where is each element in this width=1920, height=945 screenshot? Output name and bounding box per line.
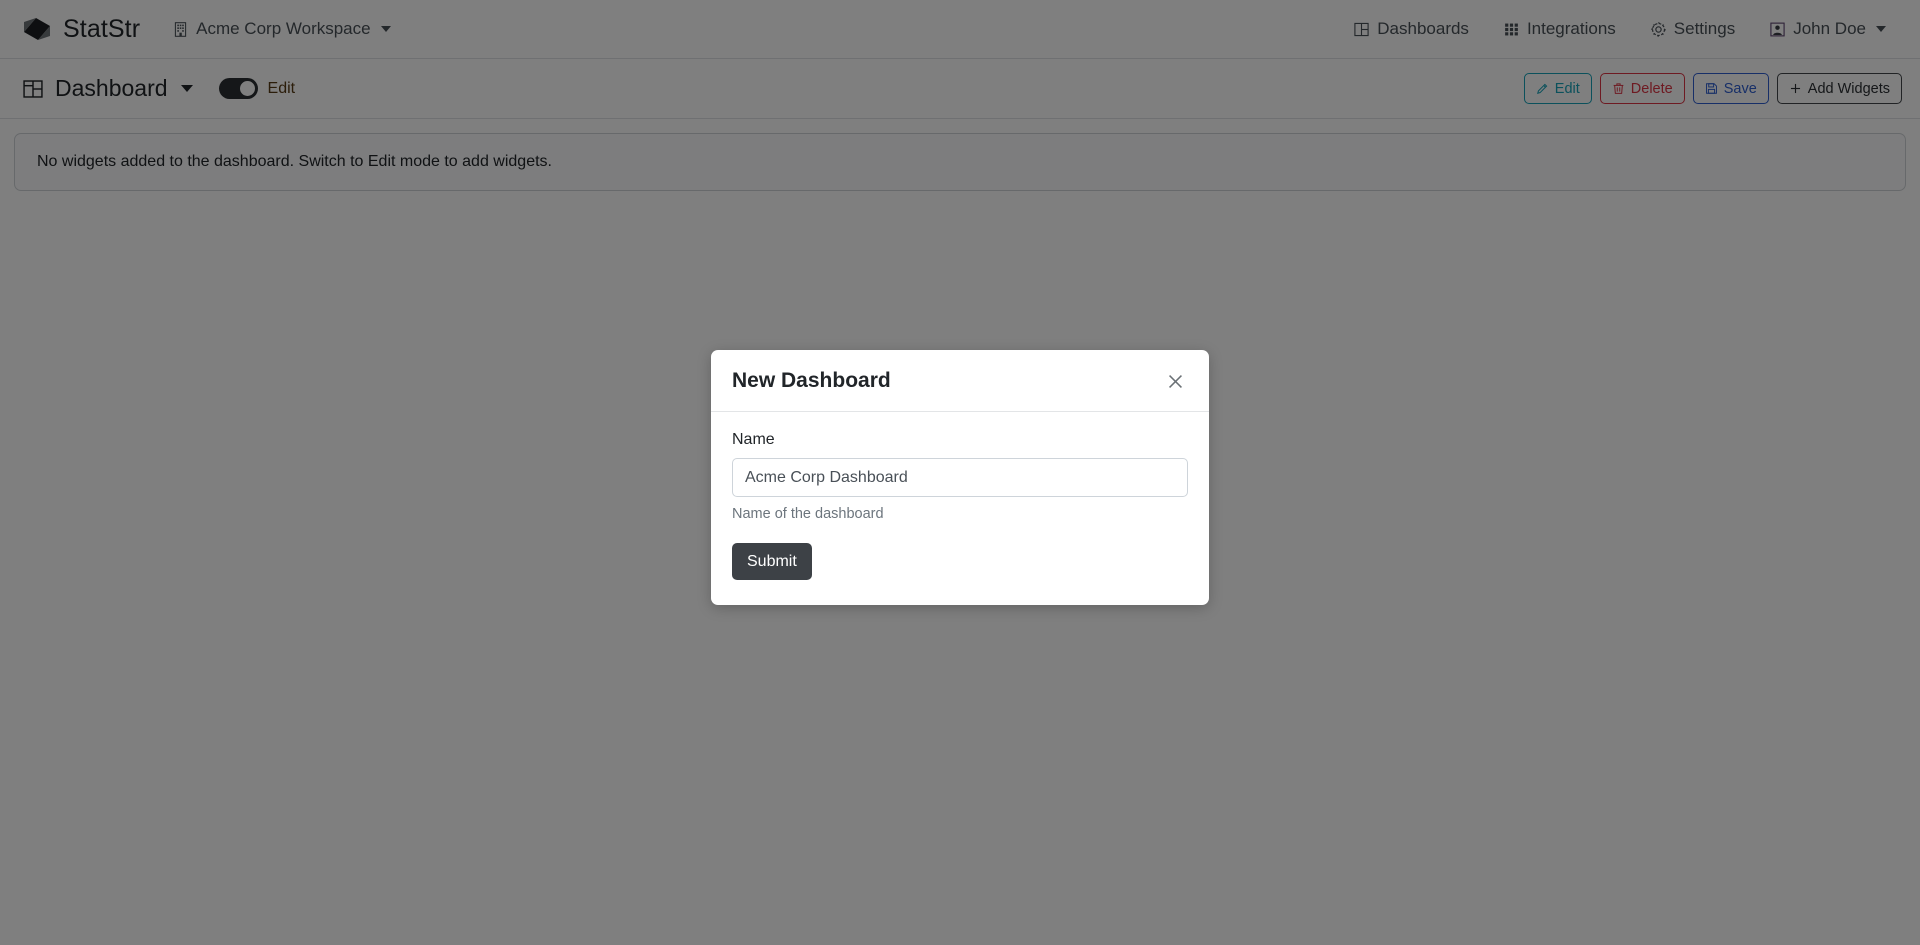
new-dashboard-modal: New Dashboard Name Name of the dashboard…: [711, 350, 1209, 605]
modal-body: Name Name of the dashboard Submit: [711, 412, 1209, 605]
name-field-help: Name of the dashboard: [732, 506, 884, 522]
modal-title: New Dashboard: [732, 369, 891, 392]
submit-button[interactable]: Submit: [732, 543, 812, 580]
modal-header: New Dashboard: [711, 350, 1209, 412]
name-input[interactable]: [732, 458, 1188, 497]
close-icon[interactable]: [1162, 368, 1188, 394]
name-field-label: Name: [732, 431, 775, 448]
